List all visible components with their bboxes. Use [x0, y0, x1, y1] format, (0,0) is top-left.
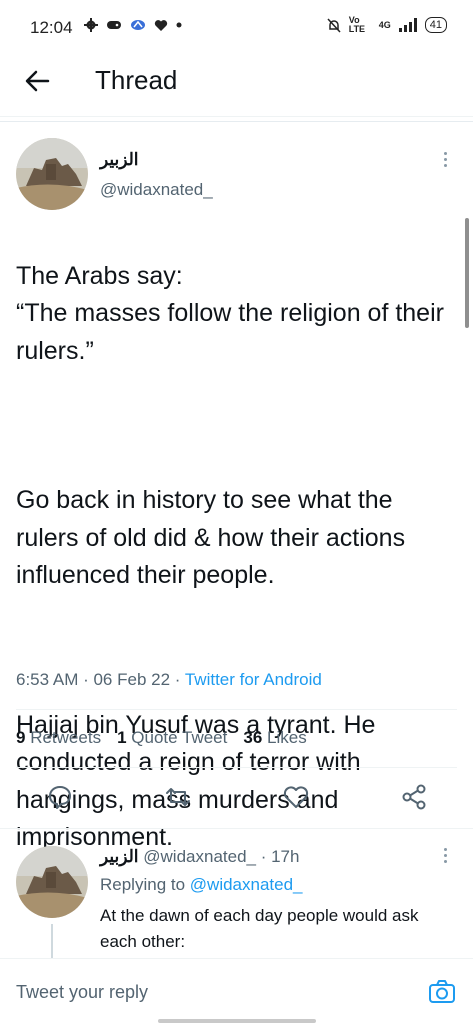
home-indicator	[158, 1019, 316, 1023]
like-icon[interactable]	[281, 782, 311, 812]
reply-body: At the dawn of each day people would ask…	[100, 906, 419, 951]
share-icon[interactable]	[399, 782, 429, 812]
scrollbar[interactable]	[465, 218, 469, 328]
author-name[interactable]: الزبير	[100, 150, 139, 170]
reply-avatar[interactable]	[16, 846, 88, 918]
likes-stat[interactable]: 36 Likes	[243, 728, 306, 748]
reply-header: الزبير @widaxnated_ · 17h	[100, 847, 299, 867]
divider	[16, 709, 457, 710]
reply-composer[interactable]: Tweet your reply	[0, 958, 473, 1025]
system-icons: Vo LTE 4G 41	[327, 16, 447, 34]
app-header: Thread	[0, 56, 473, 116]
avatar[interactable]	[16, 138, 88, 210]
header-divider	[0, 116, 473, 117]
signal-icon	[398, 18, 417, 32]
gear-icon	[84, 18, 98, 32]
page-title: Thread	[95, 65, 178, 95]
status-bar: 12:04 Vo LTE 4G 41	[0, 0, 473, 56]
reply-author-name[interactable]: الزبير	[100, 847, 139, 866]
replying-handle-link[interactable]: @widaxnated_	[190, 875, 303, 894]
heart-status-icon	[154, 19, 168, 31]
tweet-paragraph: The Arabs say: “The masses follow the re…	[16, 261, 444, 365]
reply-author-handle[interactable]: @widaxnated_	[143, 847, 256, 866]
reply-input-placeholder[interactable]: Tweet your reply	[16, 982, 148, 1003]
tweet-meta: 6:53 AM · 06 Feb 22 · Twitter for Androi…	[16, 670, 322, 690]
divider	[0, 828, 473, 829]
replying-label: Replying to	[100, 875, 190, 894]
reply-more-options-icon[interactable]	[444, 848, 450, 866]
retweets-stat[interactable]: 9 Retweets	[16, 728, 101, 748]
reply-time: · 17h	[260, 847, 300, 866]
header-divider-2	[0, 121, 473, 122]
battery-indicator: 41	[424, 17, 447, 33]
replying-to: Replying to @widaxnated_	[100, 875, 303, 895]
tweet-stats: 9 Retweets 1 Quote Tweet 36 Likes	[16, 728, 307, 748]
tweet-timestamp: 6:53 AM · 06 Feb 22 ·	[16, 670, 185, 689]
thread-connector	[51, 924, 53, 960]
mute-bell-icon	[327, 17, 341, 33]
reply-icon[interactable]	[45, 782, 75, 812]
tweet-paragraph: Go back in history to see what the ruler…	[16, 486, 406, 589]
retweet-icon[interactable]	[163, 782, 193, 812]
status-time: 12:04	[30, 18, 73, 37]
author-handle[interactable]: @widaxnated_	[100, 180, 213, 200]
tweet-actions	[0, 782, 473, 818]
camera-icon[interactable]	[427, 977, 457, 1007]
gamepad-icon	[107, 21, 121, 29]
more-options-icon[interactable]	[444, 152, 450, 170]
back-arrow-icon[interactable]	[22, 66, 52, 96]
divider	[16, 767, 457, 768]
notification-icons	[84, 18, 182, 32]
dot-icon	[176, 22, 182, 28]
vpn-icon	[131, 20, 145, 30]
volte-label: Vo LTE	[348, 15, 366, 34]
network-type: 4G	[378, 19, 391, 30]
tweet-source-link[interactable]: Twitter for Android	[185, 670, 322, 689]
quote-tweets-stat[interactable]: 1 Quote Tweet	[117, 728, 227, 748]
